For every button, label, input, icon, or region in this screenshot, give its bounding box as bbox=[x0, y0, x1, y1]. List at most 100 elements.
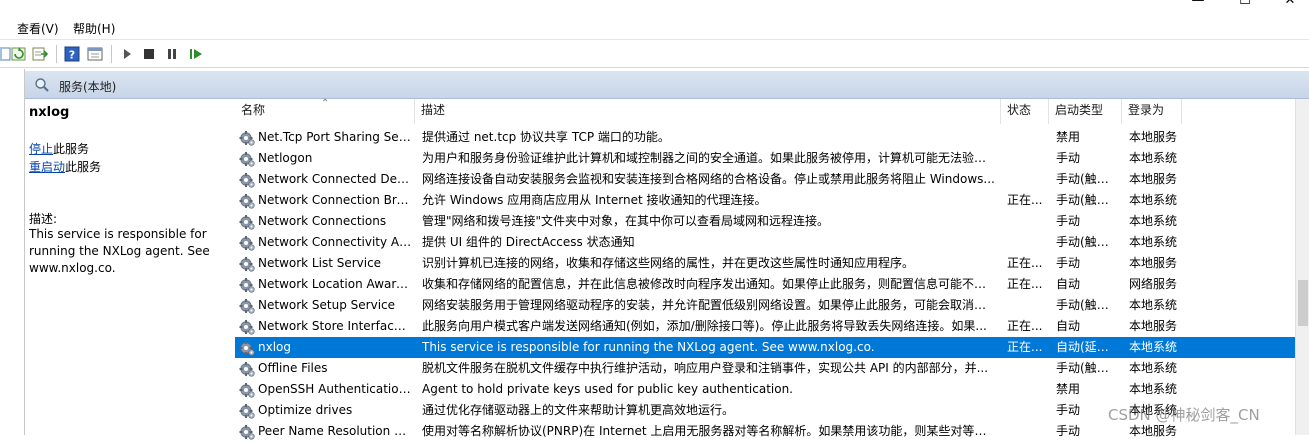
cell-name: Offline Files bbox=[258, 361, 328, 375]
cell-status bbox=[1007, 379, 1047, 400]
properties-icon[interactable] bbox=[86, 45, 104, 63]
column-header-name[interactable]: ⌃ 名称 bbox=[235, 98, 415, 124]
cell-status bbox=[1007, 421, 1047, 442]
restart-service-link[interactable]: 重启动 bbox=[29, 160, 65, 174]
cell-name: Network Connection Bro... bbox=[258, 193, 413, 207]
cell-startup-type: 手动 bbox=[1056, 214, 1081, 228]
cell-startup-type: 禁用 bbox=[1056, 382, 1081, 396]
service-gear-icon bbox=[239, 277, 255, 293]
menu-bar: 查看(V) 帮助(H) bbox=[0, 16, 1309, 40]
cell-startup-type: 手动 bbox=[1056, 151, 1081, 165]
table-row[interactable]: Network List Service 识别计算机已连接的网络，收集和存储这些网… bbox=[235, 253, 1295, 274]
svg-text:?: ? bbox=[69, 49, 75, 62]
column-header-status[interactable]: 状态 bbox=[1001, 99, 1049, 124]
table-row[interactable]: Net.Tcp Port Sharing Ser... 提供通过 net.tcp … bbox=[235, 127, 1295, 148]
column-header-logon[interactable]: 登录为 bbox=[1122, 99, 1182, 124]
cell-startup-type: 自动 bbox=[1056, 319, 1081, 333]
cell-description: 提供 UI 组件的 DirectAccess 状态通知 bbox=[422, 235, 635, 249]
cell-status bbox=[1007, 148, 1047, 169]
scrollbar-thumb[interactable] bbox=[1298, 280, 1308, 326]
service-gear-icon bbox=[239, 214, 255, 230]
cell-name: Network Setup Service bbox=[258, 298, 396, 312]
column-header-label: 名称 bbox=[241, 103, 266, 117]
service-gear-icon bbox=[239, 424, 255, 440]
cell-status: 正在... bbox=[1007, 319, 1043, 333]
start-service-icon[interactable] bbox=[118, 45, 136, 63]
cell-description: This service is responsible for running … bbox=[422, 340, 875, 354]
cell-logon: 本地系统 bbox=[1129, 298, 1178, 312]
cell-description: 使用对等名称解析协议(PNRP)在 Internet 上启用无服务器对等名称解析… bbox=[422, 424, 996, 438]
column-header-label: 状态 bbox=[1007, 103, 1032, 117]
cell-name: Network Connectivity Ass... bbox=[258, 235, 413, 249]
cell-description: 网络安装服务用于管理网络驱动程序的安装，并允许配置低级别网络设置。如果停止此服务… bbox=[422, 298, 996, 312]
cell-status bbox=[1007, 127, 1047, 148]
cell-logon: 本地系统 bbox=[1129, 340, 1178, 354]
table-row[interactable]: Netlogon 为用户和服务身份验证维护此计算机和域控制器之间的安全通道。如果此… bbox=[235, 148, 1295, 169]
column-header-description[interactable]: 描述 bbox=[415, 99, 1001, 124]
restart-service-icon[interactable] bbox=[187, 45, 205, 63]
table-row[interactable]: Network Setup Service 网络安装服务用于管理网络驱动程序的安装… bbox=[235, 295, 1295, 316]
table-row[interactable]: Network Store Interface ... 此服务向用户模式客户端发送… bbox=[235, 316, 1295, 337]
toolbar: ? bbox=[0, 40, 1309, 68]
table-row[interactable]: Network Connection Bro... 允许 Windows 应用商店… bbox=[235, 190, 1295, 211]
table-row[interactable]: Network Location Aware... 收集和存储网络的配置信息，并在… bbox=[235, 274, 1295, 295]
table-row[interactable]: nxlog This service is responsible for run… bbox=[235, 337, 1295, 358]
cell-name: Peer Name Resolution Pr... bbox=[258, 424, 413, 438]
table-row[interactable]: Network Connections 管理"网络和拨号连接"文件夹中对象，在其中… bbox=[235, 211, 1295, 232]
cell-name: Network Location Aware... bbox=[258, 277, 413, 291]
stop-service-icon[interactable] bbox=[140, 45, 158, 63]
cell-startup-type: 禁用 bbox=[1056, 130, 1081, 144]
services-table: ⌃ 名称 描述 状态 启动类型 登录为 Net.Tcp Port Sharing… bbox=[235, 98, 1295, 440]
detail-pane: nxlog 停止此服务 重启动此服务 描述: This service is r… bbox=[25, 100, 231, 435]
stop-service-link[interactable]: 停止 bbox=[29, 142, 53, 156]
close-button[interactable]: ✕ bbox=[1270, 0, 1309, 12]
sort-up-icon: ⌃ bbox=[321, 98, 330, 109]
menu-help[interactable]: 帮助(H) bbox=[73, 20, 115, 37]
table-row[interactable]: Network Connectivity Ass... 提供 UI 组件的 Dir… bbox=[235, 232, 1295, 253]
refresh-icon[interactable] bbox=[10, 45, 28, 63]
cell-description: 允许 Windows 应用商店应用从 Internet 接收通知的代理连接。 bbox=[422, 193, 767, 207]
scope-pane bbox=[0, 69, 25, 435]
cell-name: Net.Tcp Port Sharing Ser... bbox=[258, 130, 413, 144]
export-list-icon[interactable] bbox=[31, 45, 49, 63]
column-header-label: 登录为 bbox=[1128, 103, 1165, 117]
menu-view[interactable]: 查看(V) bbox=[17, 20, 59, 37]
cell-description: 识别计算机已连接的网络，收集和存储这些网络的属性，并在更改这些属性时通知应用程序… bbox=[422, 256, 915, 270]
cell-status: 正在... bbox=[1007, 256, 1043, 270]
cell-logon: 本地系统 bbox=[1129, 193, 1178, 207]
pause-service-icon[interactable] bbox=[163, 45, 181, 63]
cell-startup-type: 手动(触发... bbox=[1056, 193, 1120, 207]
cell-description: 管理"网络和拨号连接"文件夹中对象，在其中你可以查看局域网和远程连接。 bbox=[422, 214, 830, 228]
cell-description: Agent to hold private keys used for publ… bbox=[422, 382, 793, 396]
minimize-button[interactable]: — bbox=[1178, 0, 1218, 12]
cell-name: Network List Service bbox=[258, 256, 382, 270]
cell-status bbox=[1007, 400, 1047, 421]
column-header-startup-type[interactable]: 启动类型 bbox=[1049, 99, 1122, 124]
cell-startup-type: 手动 bbox=[1056, 256, 1081, 270]
cell-status bbox=[1007, 211, 1047, 232]
service-gear-icon bbox=[239, 382, 255, 398]
service-gear-icon bbox=[239, 193, 255, 209]
cell-name: Netlogon bbox=[258, 151, 313, 165]
vertical-scrollbar[interactable] bbox=[1295, 99, 1309, 435]
maximize-button[interactable]: ☐ bbox=[1225, 0, 1265, 12]
service-gear-icon bbox=[239, 235, 255, 251]
table-row[interactable]: Offline Files 脱机文件服务在脱机文件缓存中执行维护活动，响应用户登录… bbox=[235, 358, 1295, 379]
cell-description: 此服务向用户模式客户端发送网络通知(例如，添加/删除接口等)。停止此服务将导致丢… bbox=[422, 319, 987, 333]
cell-status bbox=[1007, 232, 1047, 253]
toolbar-separator bbox=[56, 45, 57, 63]
column-header-label: 描述 bbox=[421, 103, 446, 117]
service-gear-icon bbox=[239, 172, 255, 188]
table-row[interactable]: Network Connected Devi... 网络连接设备自动安装服务会监视… bbox=[235, 169, 1295, 190]
cell-logon: 本地系统 bbox=[1129, 151, 1178, 165]
help-icon[interactable]: ? bbox=[63, 45, 81, 63]
restart-action: 重启动此服务 bbox=[29, 158, 101, 175]
cell-status bbox=[1007, 295, 1047, 316]
stop-action: 停止此服务 bbox=[29, 140, 89, 157]
table-row[interactable]: OpenSSH Authentication ... Agent to hold … bbox=[235, 379, 1295, 400]
column-header-label: 启动类型 bbox=[1055, 103, 1104, 117]
cell-status: 正在... bbox=[1007, 193, 1043, 207]
panel-header: 服务(本地) bbox=[25, 71, 1309, 99]
cell-description: 通过优化存储驱动器上的文件来帮助计算机更高效地运行。 bbox=[422, 403, 735, 417]
service-gear-icon bbox=[239, 130, 255, 146]
